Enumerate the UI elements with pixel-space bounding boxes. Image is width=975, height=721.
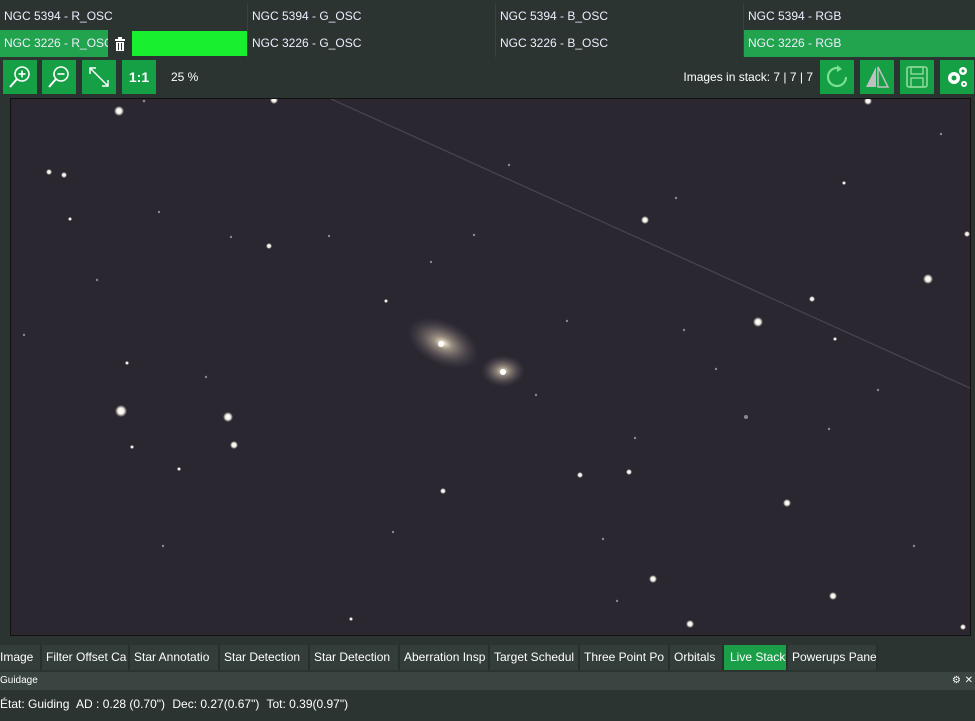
guidage-panel-header: Guidage ⚙ ✕ (0, 672, 975, 690)
refresh-button[interactable] (820, 60, 854, 94)
guiding-ad: AD : 0.28 (0.70") (76, 697, 166, 711)
tab-three-point-polar[interactable]: Three Point Po (580, 645, 670, 670)
zoom-in-icon (9, 66, 30, 88)
tab-target-scheduler[interactable]: Target Schedul (490, 645, 580, 670)
gear-icon[interactable]: ⚙ (952, 672, 961, 690)
tab-star-detection-1[interactable]: Star Detection (220, 645, 310, 670)
save-icon (906, 66, 928, 88)
one-to-one-label: 1:1 (128, 69, 150, 85)
stack-item-ngc5394-b[interactable]: NGC 5394 - B_OSC (496, 3, 744, 30)
tab-aberration-inspector[interactable]: Aberration Insp (400, 645, 490, 670)
tab-image[interactable]: Image (0, 645, 42, 670)
stack-item-ngc3226-b[interactable]: NGC 3226 - B_OSC (496, 30, 744, 57)
astro-image (11, 99, 970, 635)
zoom-in-button[interactable] (3, 60, 37, 94)
fit-to-window-button[interactable] (82, 60, 116, 94)
trash-icon[interactable] (108, 30, 132, 57)
tab-filter-offset[interactable]: Filter Offset Ca (42, 645, 130, 670)
guiding-status: État: Guiding AD : 0.28 (0.70") Dec: 0.2… (0, 697, 352, 711)
stack-item-ngc3226-rgb[interactable]: NGC 3226 - RGB (744, 30, 975, 57)
stack-grid: NGC 5394 - R_OSC NGC 5394 - G_OSC NGC 53… (0, 0, 975, 58)
image-viewer[interactable] (10, 98, 971, 636)
stack-item-label: NGC 3226 - R_OSC (0, 30, 113, 57)
tab-star-annotation[interactable]: Star Annotatio (130, 645, 220, 670)
refresh-icon (826, 65, 848, 88)
guiding-total: Tot: 0.39(0.97") (266, 697, 349, 711)
progress-fill (132, 31, 247, 56)
zoom-out-button[interactable] (42, 60, 76, 94)
tab-powerups-panel[interactable]: Powerups Pane (788, 645, 878, 670)
flip-icon (866, 66, 890, 88)
stack-item-ngc5394-r[interactable]: NGC 5394 - R_OSC (0, 3, 248, 30)
stack-item-ngc5394-g[interactable]: NGC 5394 - G_OSC (248, 3, 496, 30)
zoom-level: 25 % (171, 70, 199, 84)
stack-row-ngc5394: NGC 5394 - R_OSC NGC 5394 - G_OSC NGC 53… (0, 3, 975, 30)
tab-live-stack[interactable]: Live Stack (724, 645, 788, 670)
settings-button[interactable] (940, 60, 974, 94)
panel-tabs: Image Filter Offset Ca Star Annotatio St… (0, 645, 975, 670)
save-button[interactable] (900, 60, 934, 94)
images-in-stack: Images in stack: 7 | 7 | 7 (683, 70, 813, 84)
stack-item-ngc3226-r[interactable]: NGC 3226 - R_OSC (0, 30, 248, 57)
flip-button[interactable] (860, 60, 894, 94)
zoom-out-icon (48, 66, 69, 88)
tab-star-detection-2[interactable]: Star Detection (310, 645, 400, 670)
guidage-title: Guidage (0, 675, 38, 686)
stack-row-ngc3226: NGC 3226 - R_OSC NGC 3226 - G_OSC NGC 32… (0, 30, 975, 57)
stack-item-ngc3226-g[interactable]: NGC 3226 - G_OSC (248, 30, 496, 57)
tab-orbitals[interactable]: Orbitals (670, 645, 724, 670)
image-toolbar: 1:1 25 % Images in stack: 7 | 7 | 7 (0, 58, 975, 96)
gears-icon (948, 67, 967, 87)
one-to-one-button[interactable]: 1:1 (122, 60, 156, 94)
stack-item-ngc5394-rgb[interactable]: NGC 5394 - RGB (744, 3, 975, 30)
guiding-state: État: Guiding (0, 697, 70, 711)
close-icon[interactable]: ✕ (965, 672, 973, 690)
expand-arrows-icon (89, 67, 109, 87)
guiding-dec: Dec: 0.27(0.67") (172, 697, 260, 711)
